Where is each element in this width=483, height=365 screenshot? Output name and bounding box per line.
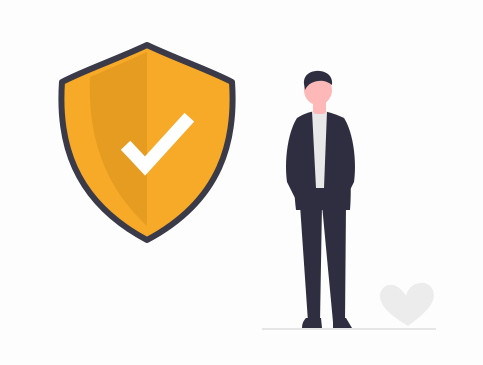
heart-icon — [380, 282, 434, 326]
illustration-canvas — [0, 0, 483, 365]
person-figure — [286, 70, 355, 328]
person-shoe-left — [302, 318, 322, 328]
person-shoe-right — [333, 318, 352, 328]
person-leg-right — [322, 205, 346, 322]
person-leg-left — [300, 205, 322, 322]
shield-check-icon — [58, 42, 236, 243]
security-illustration — [58, 42, 436, 330]
